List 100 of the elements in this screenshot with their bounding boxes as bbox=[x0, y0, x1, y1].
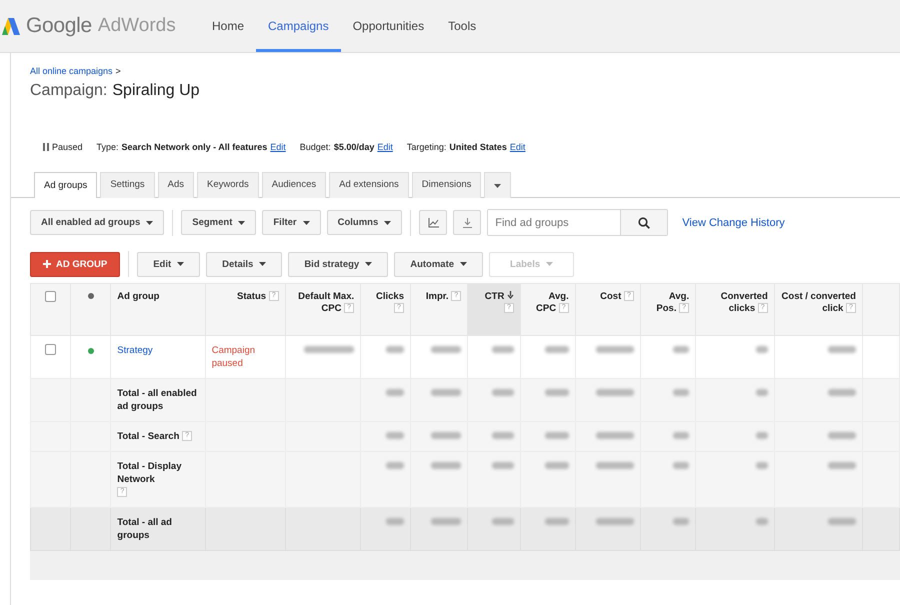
tab[interactable]: Ad groups bbox=[34, 172, 98, 198]
blurred-value bbox=[304, 346, 354, 353]
blurred-value bbox=[431, 389, 462, 396]
blurred-value bbox=[431, 462, 462, 469]
blurred-value bbox=[828, 518, 856, 525]
blurred-value bbox=[673, 432, 690, 439]
blurred-value bbox=[492, 432, 514, 439]
blurred-value bbox=[756, 346, 768, 353]
blurred-value bbox=[544, 432, 569, 439]
logo-text: Google bbox=[26, 14, 92, 38]
column-header[interactable]: Ad group bbox=[110, 284, 206, 336]
dropdown-button[interactable]: All enabled ad groups bbox=[30, 210, 164, 235]
download-button[interactable] bbox=[453, 210, 482, 235]
edit-link[interactable]: Edit bbox=[377, 142, 393, 152]
caret-icon bbox=[460, 262, 468, 266]
status-text: Paused bbox=[52, 142, 83, 152]
blurred-value bbox=[492, 346, 514, 353]
blurred-value bbox=[492, 389, 514, 396]
blurred-value bbox=[386, 518, 404, 525]
caret-icon bbox=[238, 220, 246, 224]
blurred-value bbox=[673, 346, 690, 353]
blurred-value bbox=[544, 389, 569, 396]
dropdown-button[interactable]: Filter bbox=[262, 210, 321, 235]
dropdown-button[interactable]: Edit bbox=[137, 252, 200, 276]
blurred-value bbox=[431, 432, 462, 439]
tab[interactable]: Dimensions bbox=[412, 172, 482, 198]
search-field[interactable]: Find ad groups bbox=[487, 209, 668, 236]
caret-icon bbox=[259, 262, 266, 266]
setting-label: Type: bbox=[96, 142, 119, 152]
blurred-value bbox=[386, 389, 404, 396]
blurred-value bbox=[828, 432, 856, 439]
tab[interactable]: Audiences bbox=[262, 172, 326, 198]
ad-group-link[interactable]: Strategy bbox=[117, 345, 153, 356]
edit-link[interactable]: Edit bbox=[510, 142, 526, 152]
blurred-value bbox=[673, 518, 690, 525]
blurred-value bbox=[431, 346, 462, 353]
status-dot-icon bbox=[88, 348, 94, 354]
row-checkbox[interactable] bbox=[44, 344, 56, 355]
nav-link[interactable]: Home bbox=[200, 3, 256, 52]
dropdown-button[interactable]: Details bbox=[206, 252, 282, 276]
blurred-value bbox=[673, 462, 690, 469]
sort-down-arrow-icon bbox=[506, 291, 514, 299]
dropdown-button[interactable]: Segment bbox=[181, 210, 256, 235]
dropdown-button[interactable]: Columns bbox=[326, 210, 402, 235]
setting-value: Search Network only - All features bbox=[122, 142, 268, 152]
more-tabs-button[interactable] bbox=[484, 172, 512, 198]
add-ad-group-button[interactable]: AD GROUP bbox=[30, 252, 120, 276]
blurred-value bbox=[544, 518, 569, 525]
tab[interactable]: Settings bbox=[100, 172, 155, 198]
total-label: Total - Display Network bbox=[117, 460, 182, 486]
plus-icon bbox=[43, 260, 51, 268]
setting-label: Targeting: bbox=[406, 142, 446, 152]
total-label: Total - Search bbox=[117, 430, 180, 443]
caret-icon bbox=[302, 220, 310, 224]
blurred-value bbox=[596, 389, 634, 396]
blurred-value bbox=[386, 432, 404, 439]
status-text: Campaign paused bbox=[212, 345, 256, 369]
blurred-value bbox=[673, 389, 690, 396]
caret-icon bbox=[146, 220, 154, 224]
blurred-value bbox=[544, 346, 569, 353]
blurred-value bbox=[386, 346, 404, 353]
caret-icon bbox=[494, 184, 502, 188]
dropdown-button[interactable]: Automate bbox=[394, 252, 484, 276]
status-dot-icon bbox=[88, 293, 94, 299]
blurred-value bbox=[596, 346, 634, 353]
nav-link[interactable]: Opportunities bbox=[340, 3, 436, 52]
blurred-value bbox=[492, 462, 514, 469]
total-label: Total - all enabled ad groups bbox=[117, 387, 198, 413]
setting-value: United States bbox=[449, 142, 507, 152]
blurred-value bbox=[596, 518, 634, 525]
caret-icon bbox=[546, 262, 554, 266]
breadcrumb-link[interactable]: All online campaigns bbox=[30, 66, 113, 76]
tab[interactable]: Keywords bbox=[197, 172, 259, 198]
chart-button[interactable] bbox=[419, 210, 448, 235]
blurred-value bbox=[544, 462, 569, 469]
blurred-value bbox=[828, 462, 856, 469]
line-chart-icon bbox=[428, 218, 439, 228]
change-history-link[interactable]: View Change History bbox=[682, 216, 785, 228]
caret-icon bbox=[384, 220, 392, 224]
tab[interactable]: Ads bbox=[158, 172, 194, 198]
nav-link[interactable]: Campaigns bbox=[256, 3, 341, 52]
setting-value: $5.00/day bbox=[334, 142, 374, 152]
select-all-checkbox[interactable] bbox=[44, 291, 56, 302]
campaign-name: Spiraling Up bbox=[112, 82, 200, 100]
title-prefix: Campaign: bbox=[30, 82, 108, 100]
blurred-value bbox=[756, 518, 768, 525]
nav-link[interactable]: Tools bbox=[436, 3, 488, 52]
total-label: Total - all ad groups bbox=[117, 516, 173, 542]
blurred-value bbox=[828, 389, 856, 396]
blurred-value bbox=[492, 518, 514, 525]
caret-icon bbox=[177, 262, 184, 266]
setting-label: Budget: bbox=[300, 142, 331, 152]
dropdown-button[interactable]: Bid strategy bbox=[288, 252, 388, 276]
blurred-value bbox=[828, 346, 856, 353]
blurred-value bbox=[756, 432, 768, 439]
tab[interactable]: Ad extensions bbox=[329, 172, 409, 198]
blurred-value bbox=[431, 518, 462, 525]
caret-icon bbox=[365, 262, 372, 266]
edit-link[interactable]: Edit bbox=[270, 142, 286, 152]
logo-icon bbox=[2, 18, 20, 34]
